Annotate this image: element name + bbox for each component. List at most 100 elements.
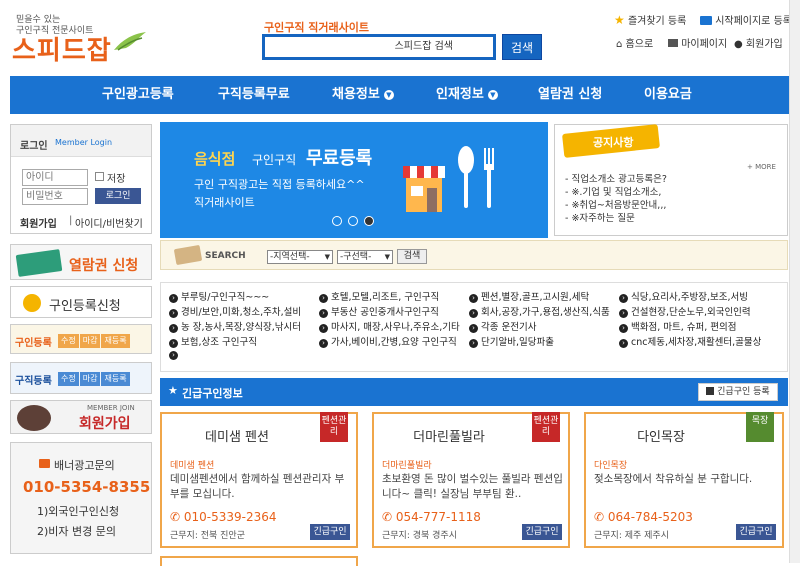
job-edit-button[interactable]: 수정 <box>58 334 79 348</box>
arrow-right-icon: › <box>169 309 178 318</box>
arrow-right-icon: › <box>469 324 478 333</box>
notice-item[interactable]: - ※취업~처음방문안내,,, <box>565 199 667 212</box>
urgent-job-card[interactable]: 데미샘 펜션 펜션관리 데미샘 펜션 데미샘펜션에서 함께하실 펜션관리자 부부… <box>160 412 358 548</box>
category-link[interactable]: › 경비/보안,미화,청소,주차,설비 <box>169 304 301 318</box>
category-link-empty[interactable]: › <box>169 349 181 360</box>
coin-icon <box>23 294 41 312</box>
category-link[interactable]: › 건설현장,단순노무,외국인인력 <box>619 304 751 318</box>
book-icon <box>173 244 203 266</box>
carousel-dot-1[interactable] <box>332 216 342 226</box>
category-link[interactable]: › 부동산 공인중개사구인구직 <box>319 304 439 318</box>
category-link[interactable]: › 펜션,별장,골프,고시원,세탁 <box>469 289 589 303</box>
category-link[interactable]: › cnc제동,세차장,재활센터,골물상 <box>619 334 761 348</box>
home-link[interactable]: ⌂ 홈으로 <box>616 35 653 50</box>
urgent-title: 긴급구인정보 <box>182 387 243 400</box>
arrow-right-icon: › <box>619 294 628 303</box>
region-select-value: -지역선택- <box>270 252 310 262</box>
category-link[interactable]: › 마사지, 매장,사우나,주유소,기타 <box>319 319 460 333</box>
arrow-right-icon: › <box>169 324 178 333</box>
nav-item-job-ad[interactable]: 구인광고등록 <box>102 76 174 114</box>
search-bar-label: SEARCH <box>205 251 246 261</box>
carousel-dot-3-active[interactable] <box>364 216 374 226</box>
job-close-button[interactable]: 마감 <box>79 334 101 348</box>
job-reregister-button[interactable]: 재등록 <box>101 334 130 348</box>
home-icon: ⌂ <box>616 39 623 50</box>
notice-item[interactable]: - ※.기업 및 직업소개소, <box>565 186 667 199</box>
notice-item[interactable]: - 직업소개소 광고등록은? <box>565 173 667 186</box>
chevron-down-icon: ▼ <box>324 253 330 261</box>
card-phone-number: 064-784-5203 <box>607 510 693 524</box>
startpage-link[interactable]: 시작페이지로 등록 <box>700 12 792 27</box>
nav-item-seek-free[interactable]: 구직등록무료 <box>218 76 290 114</box>
category-link[interactable]: › 각종 운전기사 <box>469 319 536 333</box>
card-phone: ✆ 054-777-1118 <box>382 510 481 524</box>
region-select[interactable]: -지역선택- ▼ <box>267 250 333 264</box>
ad-line-1: 1)외국인구인신청 <box>37 505 120 518</box>
notice-more[interactable]: + MORE <box>747 163 776 171</box>
nav-item-browse[interactable]: 열람권 신청 <box>538 76 602 114</box>
category-list: › 부루팅/구인구직~~~ › 호텔,모텔,리조트, 구인구직 › 펜션,별장,골프,… <box>160 282 788 372</box>
urgent-bar: ★ 긴급구인정보 긴급구인 등록 <box>160 378 788 406</box>
seek-close-button[interactable]: 마감 <box>79 372 101 386</box>
card-urgent-button[interactable]: 긴급구인 <box>310 524 350 540</box>
category-link[interactable]: › 식당,요리사,주방장,보조,서빙 <box>619 289 748 303</box>
nav-item-talent[interactable]: 인재정보 ▼ <box>436 76 498 114</box>
login-button[interactable]: 로그인 <box>95 188 141 204</box>
category-label: 경비/보안,미화,청소,주차,설비 <box>181 307 302 318</box>
password-input[interactable]: 비밀번호 <box>22 188 88 205</box>
category-label: 식당,요리사,주방장,보조,서빙 <box>631 292 748 303</box>
arrow-right-icon: › <box>619 309 628 318</box>
search-input[interactable]: 스피드잡 검색 <box>262 34 496 60</box>
category-link[interactable]: › 회사,공장,가구,용접,생산직,식품 <box>469 304 610 318</box>
carousel-dot-2[interactable] <box>348 216 358 226</box>
category-link[interactable]: › 가사,베이비,간병,요양 구인구직 <box>319 334 457 348</box>
category-link[interactable]: › 농 장,농사,목장,양식장,낚시터 <box>169 319 301 333</box>
category-link[interactable]: › 백화점, 마트, 슈퍼, 편의점 <box>619 319 737 333</box>
mypage-icon <box>668 39 678 47</box>
browse-banner-label: 열람권 신청 <box>69 258 139 274</box>
hero-banner[interactable]: 음식점 구인구직 무료등록 구인 구직광고는 직접 등록하세요^^ 직거래사이트 <box>160 122 548 238</box>
checkbox-icon <box>706 387 715 395</box>
urgent-job-card-partial[interactable] <box>160 556 358 566</box>
nav-item-pricing[interactable]: 이용요금 <box>644 76 692 114</box>
member-join-banner[interactable]: MEMBER JOIN 회원가입 <box>10 400 152 434</box>
seek-edit-button[interactable]: 수정 <box>58 372 79 386</box>
category-link[interactable]: › 부루팅/구인구직~~~ <box>169 289 269 303</box>
phone-icon: ✆ <box>594 510 605 524</box>
district-select[interactable]: -구선택- ▼ <box>337 250 393 264</box>
nav-item-jobs[interactable]: 채용정보 ▼ <box>332 76 394 114</box>
region-search-button[interactable]: 검색 <box>397 249 427 264</box>
urgent-job-card[interactable]: 더마린풀빌라 펜션관리 더마린풀빌라 초보환영 돈 많이 벌수있는 풀빌라 펜션… <box>372 412 570 548</box>
hero-text-3: 직거래사이트 <box>194 196 255 209</box>
card-icon <box>15 249 63 277</box>
browse-banner[interactable]: 열람권 신청 <box>10 244 152 280</box>
category-link[interactable]: › 단기알바,일당파출 <box>469 334 554 348</box>
join-link-login[interactable]: 회원가입 <box>20 215 57 230</box>
card-subtitle: 다인목장 <box>594 461 628 471</box>
notice-item[interactable]: - ※자주하는 질문 <box>565 212 667 225</box>
seek-reregister-button[interactable]: 재등록 <box>101 372 130 386</box>
mypage-link[interactable]: 마이페이지 <box>668 35 727 50</box>
find-account-link[interactable]: 아이디/비번찾기 <box>75 215 143 230</box>
site-logo[interactable]: 스피드잡 <box>12 30 112 67</box>
category-link[interactable]: › 보험,상조 구인구직 <box>169 334 257 348</box>
separator: | <box>69 215 73 226</box>
card-area: 근무지: 경북 경주시 <box>382 531 457 541</box>
id-input[interactable]: 아이디 <box>22 169 88 186</box>
register-banner[interactable]: 구인등록신청 <box>10 286 152 318</box>
save-checkbox[interactable] <box>95 172 104 181</box>
join-link[interactable]: ● 회원가입 <box>734 35 783 50</box>
card-area: 근무지: 제주 제주시 <box>594 531 669 541</box>
search-button[interactable]: 검색 <box>502 34 542 60</box>
card-urgent-button[interactable]: 긴급구인 <box>522 524 562 540</box>
main-nav: 구인광고등록 구직등록무료 채용정보 ▼ 인재정보 ▼ 열람권 신청 이용요금 <box>10 76 789 114</box>
page-scrollbar[interactable] <box>789 0 800 563</box>
urgent-register-button[interactable]: 긴급구인 등록 <box>698 383 778 401</box>
category-link[interactable]: › 호텔,모텔,리조트, 구인구직 <box>319 289 439 303</box>
favorite-link[interactable]: ★ 즐겨찾기 등록 <box>614 12 686 27</box>
login-box: 로그인 Member Login 아이디 비밀번호 저장 로그인 회원가입 | … <box>10 124 152 234</box>
urgent-job-card[interactable]: 다인목장 목장 다인목장 젖소목장에서 착유하실 분 구합니다. ✆ 064-7… <box>584 412 784 548</box>
ad-line-2: 2)비자 변경 문의 <box>37 525 117 538</box>
card-tag: 펜션관리 <box>320 412 348 442</box>
card-urgent-button[interactable]: 긴급구인 <box>736 524 776 540</box>
